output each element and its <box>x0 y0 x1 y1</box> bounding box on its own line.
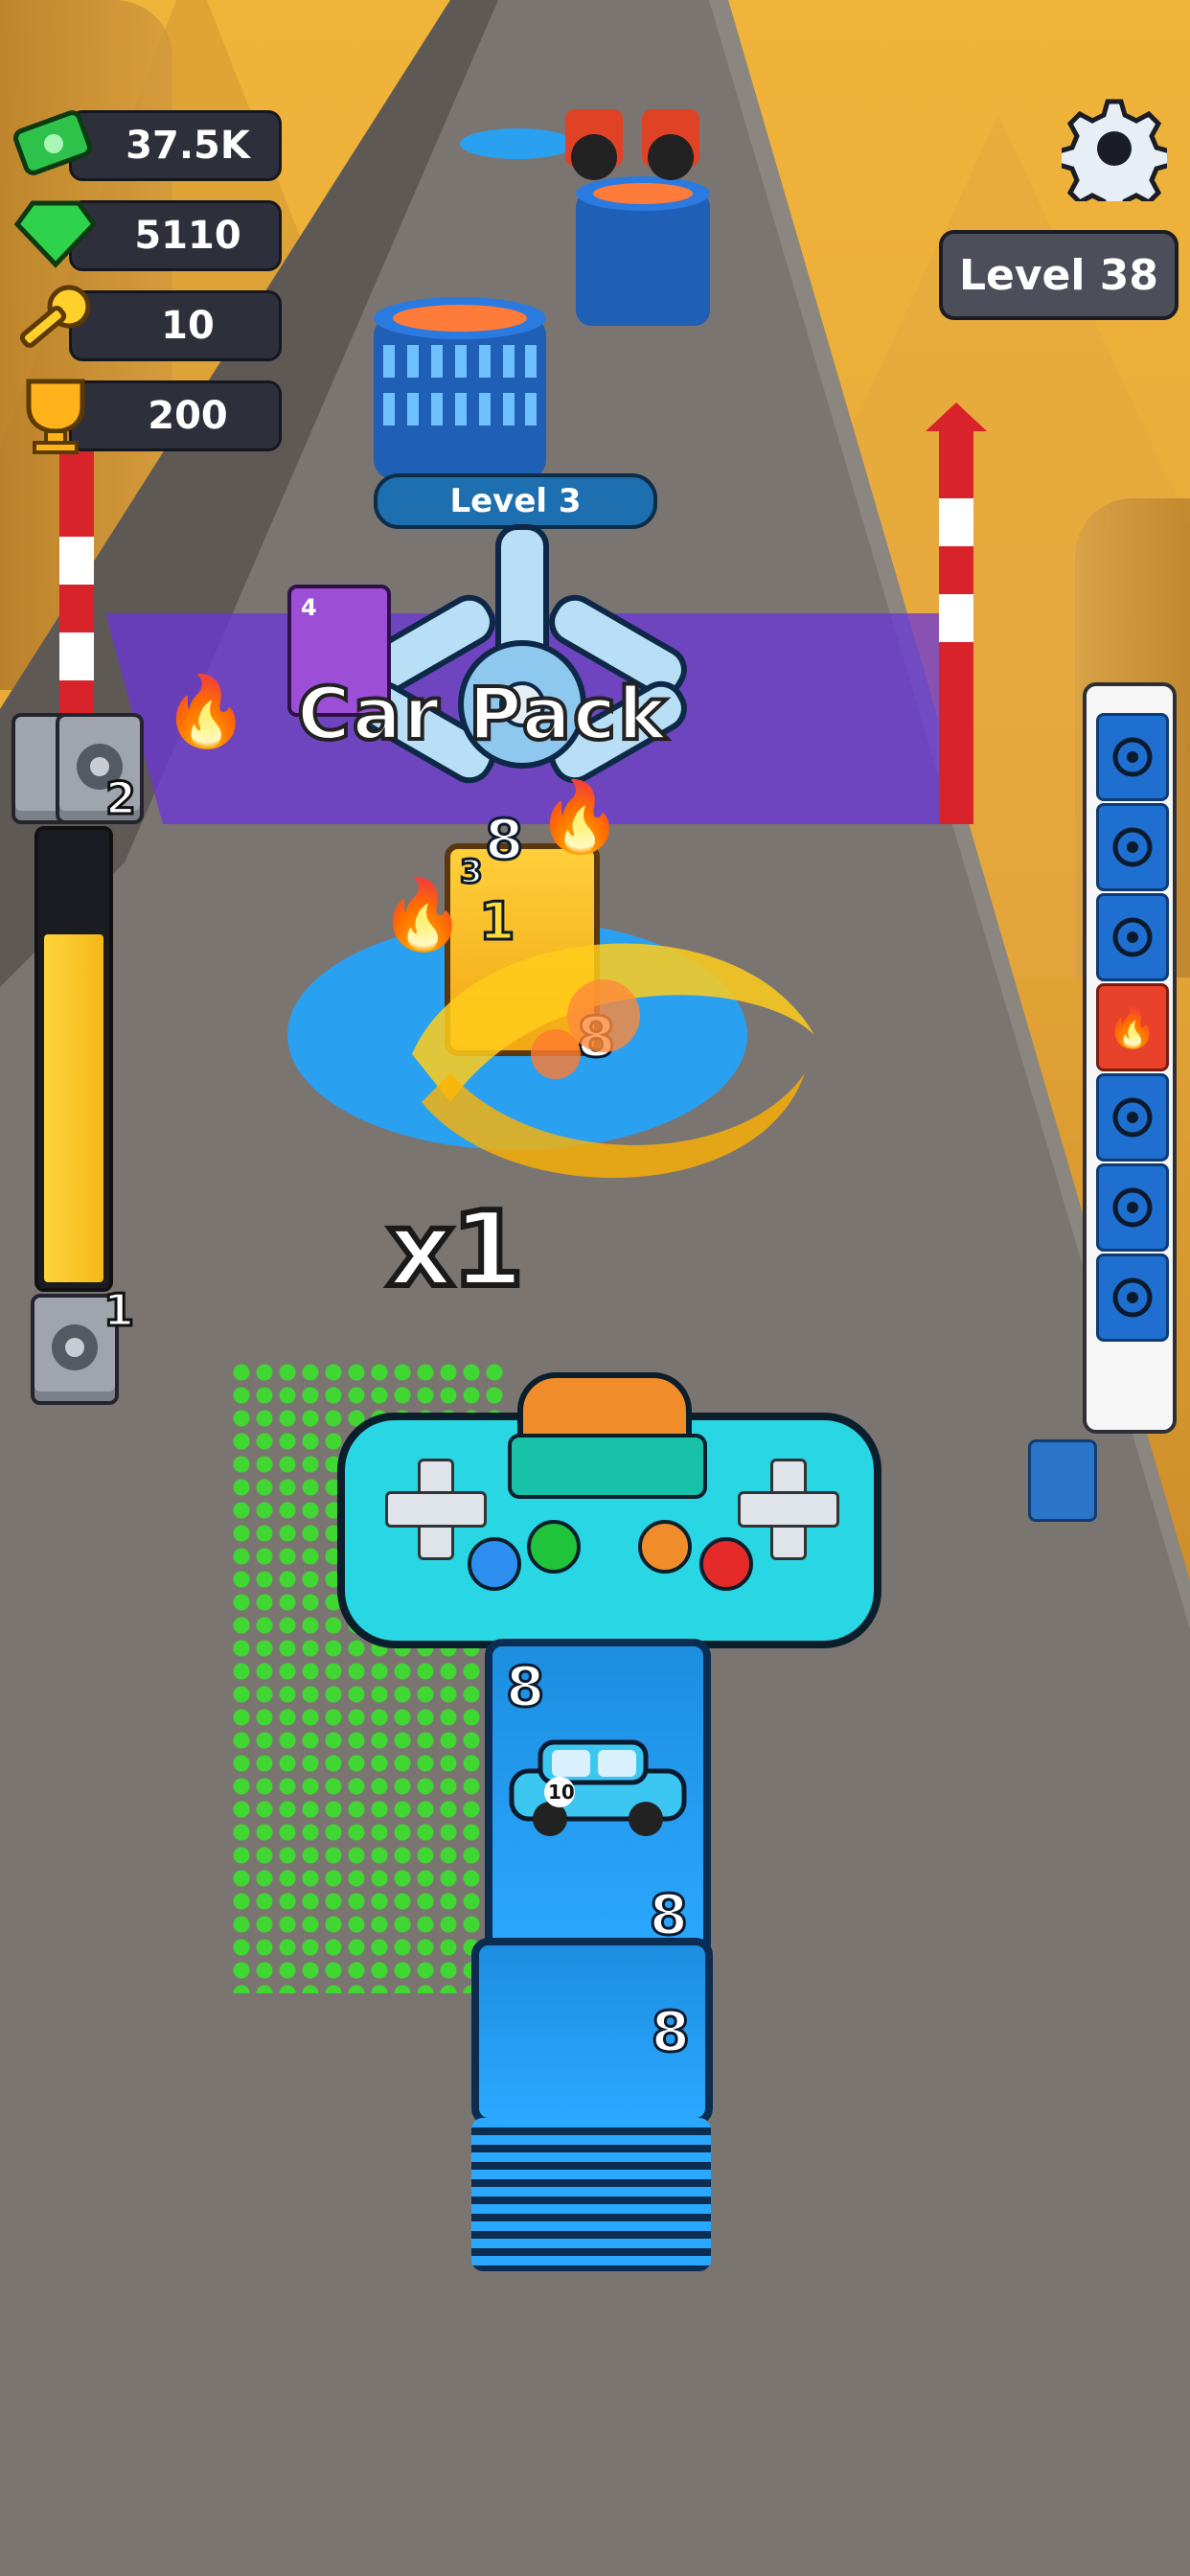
multiplier-label: x1 <box>384 1187 527 1313</box>
front-card-top-number: 8 <box>504 1653 545 1721</box>
card-stack-layers <box>471 2118 711 2271</box>
player-card-stack: 8 10 8 8 <box>471 1639 719 2290</box>
green-button-icon <box>527 1520 581 1574</box>
bottom-tire-count: 1 <box>102 1283 135 1338</box>
cash-icon <box>10 98 102 190</box>
current-level-badge: Level 38 <box>939 230 1179 320</box>
trophy-icon <box>10 368 102 460</box>
red-barrier-gate <box>565 109 699 180</box>
second-car-card: 8 <box>471 1938 713 2126</box>
power-meter <box>34 826 113 1292</box>
pack-card-value: 4 <box>301 594 317 621</box>
fire-icon: 🔥 <box>163 671 249 751</box>
wheel-icon <box>1096 1163 1169 1252</box>
second-card-number: 8 <box>650 1998 691 2066</box>
wheel-icon <box>1096 1254 1169 1342</box>
slash-effect <box>412 943 814 1179</box>
game-controller-vehicle <box>337 1372 881 1648</box>
gem-icon <box>10 188 102 280</box>
fire-icon: 🔥 <box>537 776 623 857</box>
fire-icon: 🔥 <box>1096 983 1169 1071</box>
wheel-icon <box>1096 1073 1169 1162</box>
front-car-card: 8 10 8 <box>485 1639 711 1961</box>
wheel-icon <box>1096 893 1169 981</box>
wheel-collection-track: 🔥 <box>1083 682 1177 1434</box>
dpad-left-icon <box>385 1459 487 1560</box>
orange-button-icon <box>638 1520 692 1574</box>
bottle-tower-far <box>576 176 710 326</box>
power-meter-fill <box>44 934 103 1282</box>
car-icon <box>509 1739 687 1836</box>
red-button-icon <box>699 1537 753 1591</box>
blue-button-icon <box>468 1537 521 1591</box>
wheel-icon <box>1096 713 1169 801</box>
key-icon <box>10 278 102 370</box>
top-tire-count: 2 <box>103 771 137 826</box>
bottle-tower-near <box>374 297 546 479</box>
car-number: 10 <box>548 1781 575 1804</box>
gate-label: Car Pack <box>295 669 669 758</box>
wheel-card-icon <box>1028 1439 1097 1522</box>
settings-gear-icon[interactable] <box>1056 96 1173 218</box>
controller-screen <box>508 1434 707 1499</box>
dpad-right-icon <box>738 1459 839 1560</box>
game-scene: Level 3 4 Car Pack 🔥 3 1 8 8 🔥 🔥 x1 <box>0 0 1190 2576</box>
wheel-icon <box>1096 803 1169 891</box>
